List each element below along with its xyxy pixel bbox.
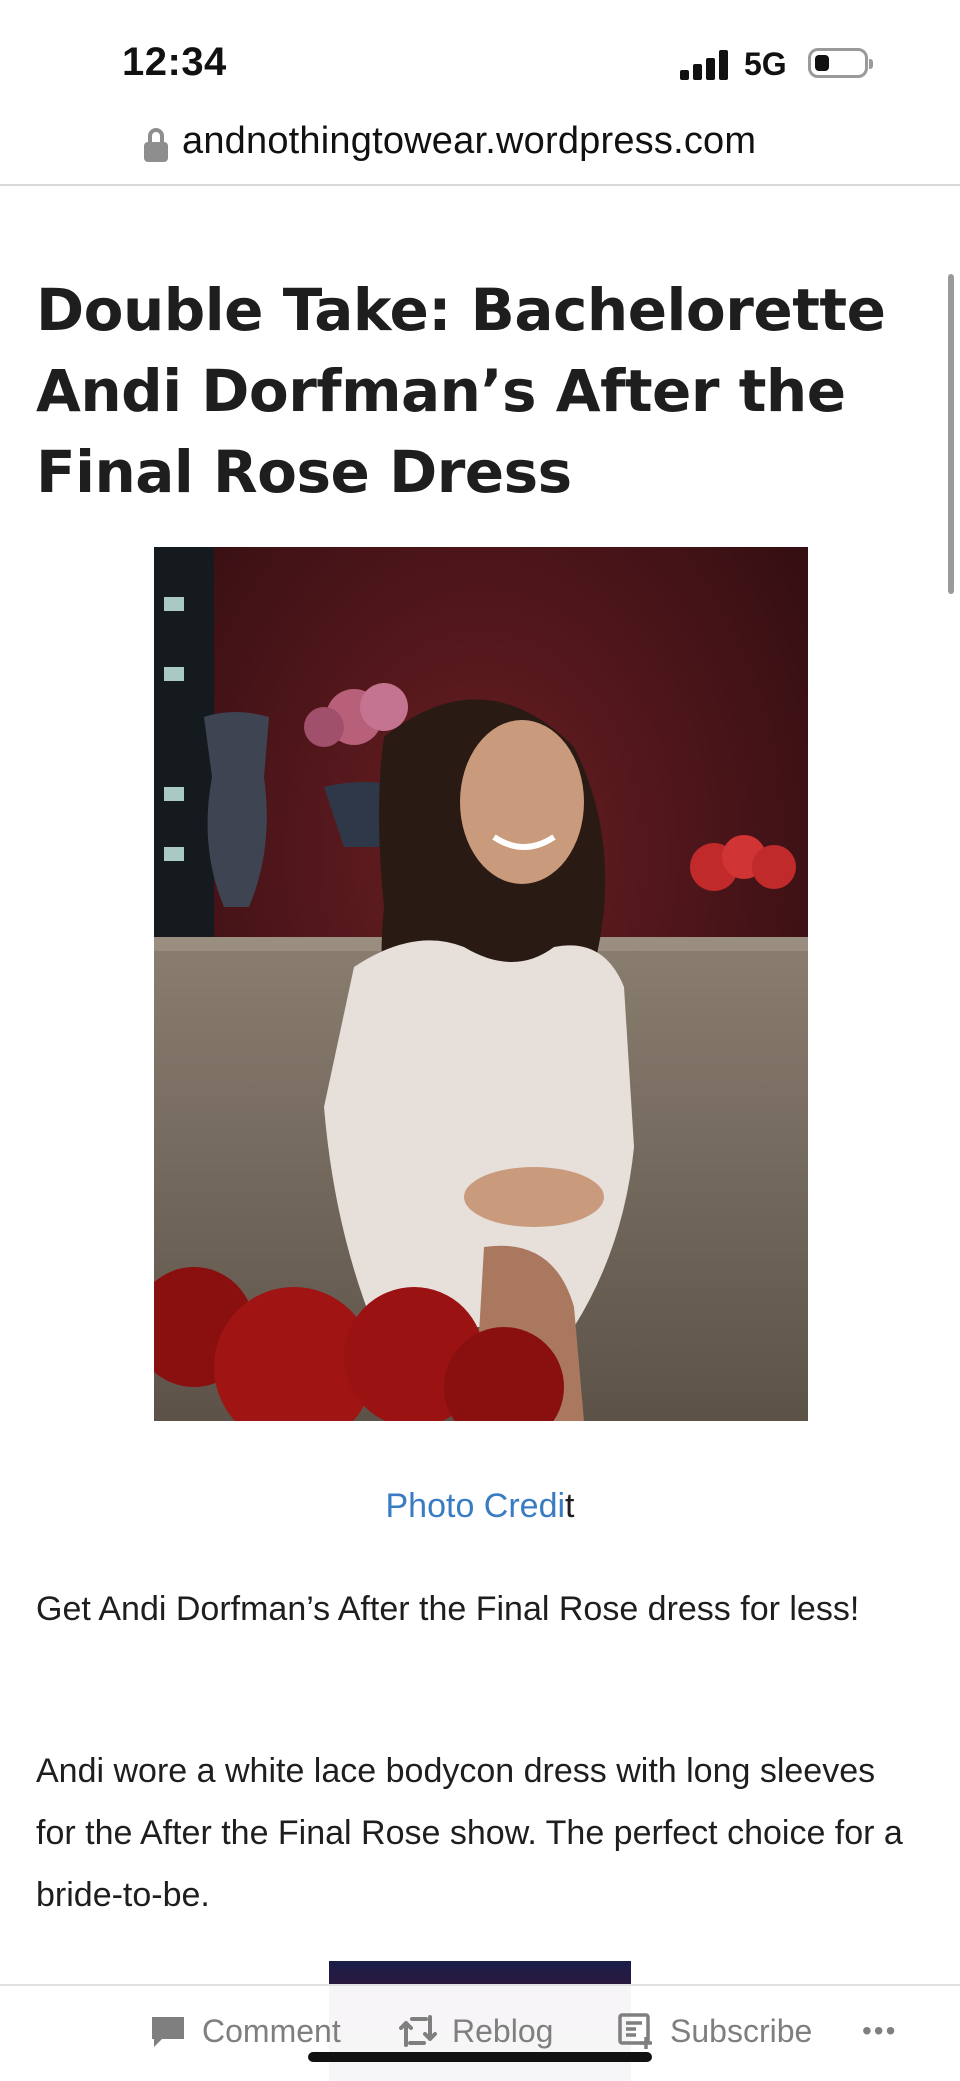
more-icon: ••• bbox=[862, 2015, 898, 2046]
subscribe-label: Subscribe bbox=[670, 2012, 813, 2049]
reblog-icon bbox=[398, 2011, 438, 2051]
browser-page: 12:34 5G andnothingtowear.wordpress.com … bbox=[0, 0, 960, 2081]
subscribe-icon bbox=[616, 2011, 656, 2051]
comment-icon bbox=[148, 2011, 188, 2051]
photo-credit-link[interactable]: Photo Credi bbox=[386, 1487, 566, 1525]
reblog-label: Reblog bbox=[452, 2012, 554, 2049]
battery-icon bbox=[808, 48, 873, 78]
comment-button[interactable]: Comment bbox=[148, 2006, 341, 2056]
status-time: 12:34 bbox=[122, 40, 227, 84]
reblog-button[interactable]: Reblog bbox=[398, 2006, 553, 2056]
url-text[interactable]: andnothingtowear.wordpress.com bbox=[182, 120, 756, 163]
network-type: 5G bbox=[744, 46, 787, 82]
home-indicator[interactable] bbox=[308, 2052, 652, 2062]
more-button[interactable]: ••• bbox=[862, 2006, 897, 2056]
photo-caption: Photo Credit bbox=[0, 1487, 960, 1526]
cellular-signal-icon bbox=[680, 50, 732, 80]
post-title: Double Take: Bachelorette Andi Dorfman’s… bbox=[36, 276, 886, 506]
address-bar[interactable]: andnothingtowear.wordpress.com bbox=[0, 118, 960, 186]
action-bar: Comment Reblog Subscribe ••• bbox=[0, 1984, 960, 2081]
photo-credit-tail: t bbox=[565, 1487, 575, 1525]
status-bar: 12:34 5G bbox=[0, 0, 960, 120]
lock-icon bbox=[144, 128, 168, 162]
comment-label: Comment bbox=[202, 2012, 341, 2049]
paragraph-2: Andi wore a white lace bodycon dress wit… bbox=[36, 1752, 903, 1914]
scroll-indicator bbox=[948, 274, 954, 594]
post-photo bbox=[154, 547, 808, 1421]
subscribe-button[interactable]: Subscribe bbox=[616, 2006, 812, 2056]
paragraph-1: Get Andi Dorfman’s After the Final Rose … bbox=[36, 1590, 860, 1628]
